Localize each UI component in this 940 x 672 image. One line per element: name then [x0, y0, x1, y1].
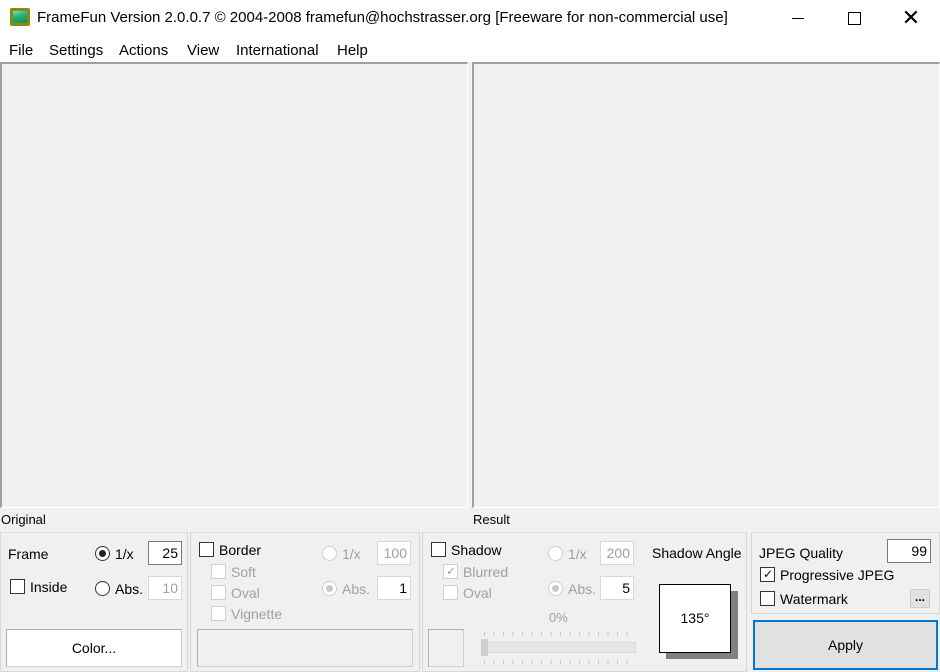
soft-checkbox[interactable]: [211, 564, 226, 579]
minimize-icon: [792, 17, 804, 19]
shadow-label: Shadow: [451, 542, 502, 558]
blurred-label: Blurred: [463, 564, 509, 580]
shadow-checkbox[interactable]: [431, 542, 446, 557]
frame-ratio-input[interactable]: 25: [148, 541, 182, 565]
maximize-button[interactable]: [831, 0, 877, 36]
shadow-opacity-label: 0%: [549, 610, 568, 625]
blurred-checkbox[interactable]: ✓: [443, 564, 458, 579]
shadow-ratio-input[interactable]: 200: [600, 541, 634, 565]
shadow-abs-radio[interactable]: [548, 581, 563, 596]
watermark-checkbox[interactable]: [760, 591, 775, 606]
frame-abs-input[interactable]: 10: [148, 576, 182, 600]
minimize-button[interactable]: [775, 0, 821, 36]
border-abs-label: Abs.: [342, 581, 371, 597]
original-image-pane[interactable]: [0, 62, 468, 508]
shadow-angle-control[interactable]: 135°: [659, 584, 731, 653]
shadow-color-button[interactable]: [428, 629, 464, 667]
vignette-checkbox[interactable]: [211, 606, 226, 621]
close-button[interactable]: ✕: [888, 0, 934, 36]
frame-abs-radio[interactable]: [95, 581, 110, 596]
frame-label: Frame: [8, 546, 49, 562]
window-title: FrameFun Version 2.0.0.7 © 2004-2008 fra…: [37, 9, 728, 26]
apply-button[interactable]: Apply: [753, 620, 938, 670]
shadow-angle-label: Shadow Angle: [652, 545, 742, 561]
jpeg-quality-label: JPEG Quality: [759, 545, 844, 561]
border-ratio-input[interactable]: 100: [377, 541, 411, 565]
maximize-icon: [847, 11, 861, 25]
border-ratio-label: 1/x: [342, 546, 361, 562]
shadow-abs-label: Abs.: [568, 581, 597, 597]
shadow-ratio-label: 1/x: [568, 546, 587, 562]
soft-label: Soft: [231, 564, 256, 580]
menu-bar: File Settings Actions View International…: [0, 36, 940, 62]
slider-ticks-bottom: [484, 660, 636, 664]
menu-settings[interactable]: Settings: [49, 42, 103, 59]
border-color-button[interactable]: [197, 629, 413, 667]
inside-checkbox[interactable]: [10, 579, 25, 594]
border-abs-input[interactable]: 1: [377, 576, 411, 600]
menu-international[interactable]: International: [236, 42, 319, 59]
shadow-opacity-slider-thumb[interactable]: [481, 639, 488, 656]
menu-file[interactable]: File: [9, 42, 33, 59]
inside-label: Inside: [30, 579, 68, 595]
shadow-abs-input[interactable]: 5: [600, 576, 634, 600]
vignette-label: Vignette: [231, 606, 283, 622]
border-label: Border: [219, 542, 262, 558]
border-oval-checkbox[interactable]: [211, 585, 226, 600]
slider-ticks-top: [484, 632, 636, 636]
close-icon: ✕: [901, 5, 921, 30]
shadow-opacity-slider[interactable]: [482, 642, 636, 653]
shadow-oval-label: Oval: [463, 585, 492, 601]
app-icon: [10, 8, 30, 26]
shadow-ratio-radio[interactable]: [548, 546, 563, 561]
watermark-options-button[interactable]: ...: [910, 589, 930, 608]
frame-color-button[interactable]: Color...: [6, 629, 182, 667]
jpeg-quality-input[interactable]: 99: [887, 539, 931, 563]
watermark-label: Watermark: [780, 591, 848, 607]
result-label: Result: [473, 512, 510, 527]
progressive-jpeg-label: Progressive JPEG: [780, 567, 895, 583]
checkmark-icon: ✓: [446, 564, 457, 578]
progressive-jpeg-checkbox[interactable]: ✓: [760, 567, 775, 582]
border-abs-radio[interactable]: [322, 581, 337, 596]
original-label: Original: [1, 512, 46, 527]
menu-view[interactable]: View: [187, 42, 219, 59]
menu-actions[interactable]: Actions: [119, 42, 168, 59]
border-oval-label: Oval: [231, 585, 260, 601]
shadow-oval-checkbox[interactable]: [443, 585, 458, 600]
menu-help[interactable]: Help: [337, 42, 368, 59]
border-ratio-radio[interactable]: [322, 546, 337, 561]
result-image-pane[interactable]: [472, 62, 940, 508]
title-bar: FrameFun Version 2.0.0.7 © 2004-2008 fra…: [0, 0, 940, 36]
border-checkbox[interactable]: [199, 542, 214, 557]
checkmark-icon: ✓: [763, 567, 774, 581]
frame-ratio-label: 1/x: [115, 546, 134, 562]
frame-abs-label: Abs.: [115, 581, 144, 597]
frame-ratio-radio[interactable]: [95, 546, 110, 561]
